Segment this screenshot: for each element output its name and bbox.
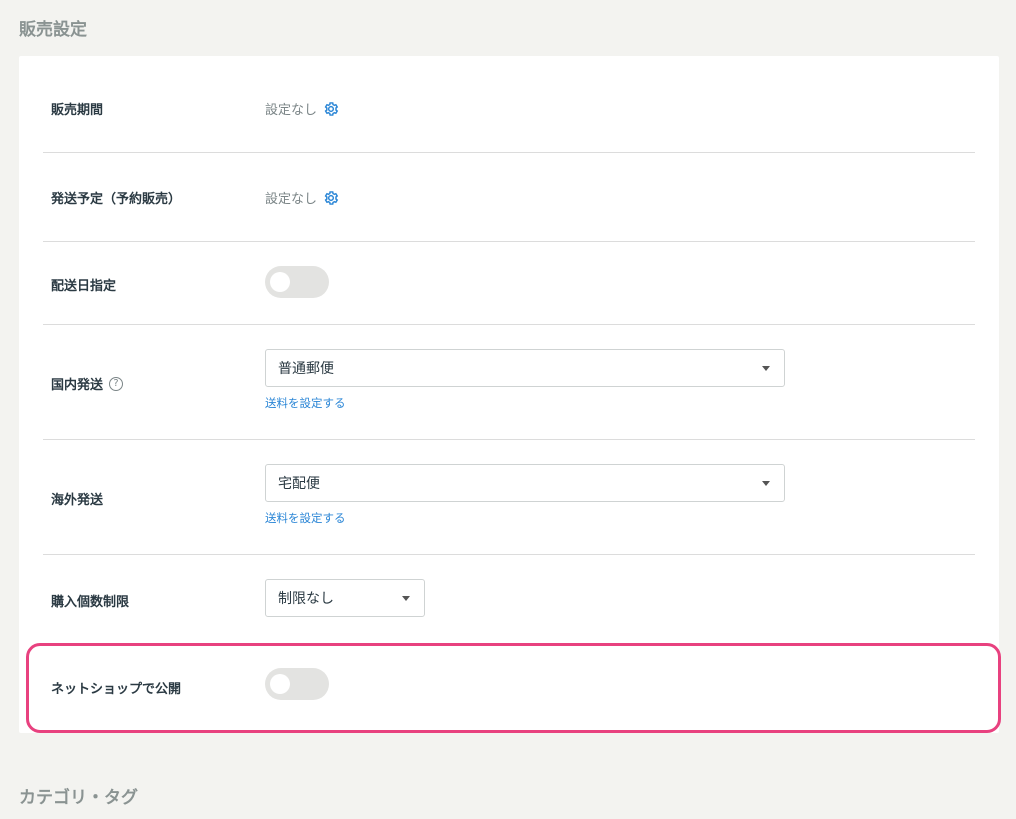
row-international-shipping: 海外発送 宅配便 送料を設定する [43, 440, 975, 555]
purchase-limit-selected: 制限なし [278, 591, 334, 607]
delivery-date-label: 配送日指定 [51, 279, 117, 294]
domestic-shipping-select[interactable]: 普通郵便 [265, 349, 785, 387]
international-shipping-label: 海外発送 [51, 493, 104, 508]
sales-settings-card: 販売期間 設定なし 発送予定（予約販売） 設定なし 配送日指定 国内発送 ? 普… [19, 56, 999, 733]
delivery-date-toggle[interactable] [265, 266, 329, 298]
domestic-shipping-value: 普通郵便 送料を設定する [265, 349, 785, 411]
shipping-schedule-value: 設定なし [265, 188, 339, 207]
gear-icon[interactable] [323, 190, 339, 206]
shipping-schedule-label: 発送予定（予約販売） [51, 192, 182, 207]
row-domestic-shipping: 国内発送 ? 普通郵便 送料を設定する [43, 325, 975, 440]
international-shipping-selected: 宅配便 [278, 476, 320, 492]
international-shipping-value: 宅配便 送料を設定する [265, 464, 785, 526]
sales-period-status: 設定なし [265, 103, 318, 118]
chevron-down-icon [762, 481, 770, 486]
domestic-shipping-selected: 普通郵便 [278, 361, 334, 377]
row-delivery-date: 配送日指定 [43, 242, 975, 325]
domestic-shipping-label: 国内発送 ? [51, 374, 124, 393]
gear-icon[interactable] [323, 101, 339, 117]
toggle-knob [270, 674, 290, 694]
row-sales-period: 販売期間 設定なし [43, 56, 975, 153]
domestic-shipping-fee-link[interactable]: 送料を設定する [265, 395, 346, 411]
row-purchase-limit: 購入個数制限 制限なし [43, 555, 975, 643]
sales-period-value: 設定なし [265, 99, 339, 118]
international-shipping-select[interactable]: 宅配便 [265, 464, 785, 502]
shipping-schedule-status: 設定なし [265, 192, 318, 207]
netshop-publish-label: ネットショップで公開 [51, 682, 182, 697]
chevron-down-icon [402, 596, 410, 601]
domestic-shipping-label-text: 国内発送 [51, 378, 104, 393]
row-shipping-schedule: 発送予定（予約販売） 設定なし [43, 153, 975, 242]
chevron-down-icon [762, 366, 770, 371]
purchase-limit-select[interactable]: 制限なし [265, 579, 425, 617]
section-title-sales-settings: 販売設定 [19, 20, 87, 40]
toggle-knob [270, 272, 290, 292]
international-shipping-fee-link[interactable]: 送料を設定する [265, 510, 346, 526]
delivery-date-value [265, 266, 329, 298]
section-title-category-tag: カテゴリ・タグ [19, 788, 138, 808]
help-circle-icon[interactable]: ? [109, 376, 124, 391]
purchase-limit-value: 制限なし [265, 579, 425, 617]
purchase-limit-label: 購入個数制限 [51, 595, 130, 610]
sales-period-label: 販売期間 [51, 103, 104, 118]
netshop-publish-toggle[interactable] [265, 668, 329, 700]
row-netshop-publish: ネットショップで公開 [43, 648, 975, 718]
netshop-publish-value [265, 668, 329, 700]
